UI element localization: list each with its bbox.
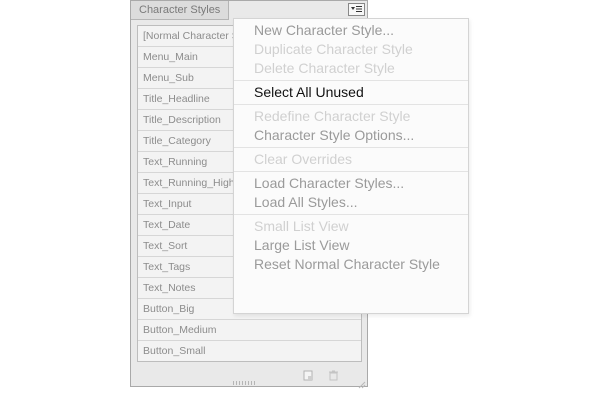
panel-menu-button[interactable]: [348, 3, 365, 16]
menu-item-duplicate-character-style[interactable]: Duplicate Character Style: [234, 40, 468, 59]
panel-menu-icon: [351, 6, 362, 12]
menu-item-load-all-styles[interactable]: Load All Styles...: [234, 193, 468, 212]
menu-item-redefine-character-style[interactable]: Redefine Character Style: [234, 107, 468, 126]
menu-group: Load Character Styles... Load All Styles…: [234, 172, 468, 214]
panel-resize-grip[interactable]: [233, 381, 257, 385]
style-item[interactable]: Button_Medium: [138, 320, 361, 341]
menu-item-small-list-view[interactable]: Small List View: [234, 217, 468, 236]
menu-item-new-character-style[interactable]: New Character Style...: [234, 21, 468, 40]
menu-item-delete-character-style[interactable]: Delete Character Style: [234, 59, 468, 78]
new-style-icon[interactable]: [303, 368, 314, 381]
menu-group: Clear Overrides: [234, 148, 468, 171]
panel-footer: [131, 362, 367, 389]
menu-group: Small List View Large List View Reset No…: [234, 215, 468, 276]
menu-item-large-list-view[interactable]: Large List View: [234, 236, 468, 255]
panel-flyout-menu: New Character Style... Duplicate Charact…: [233, 18, 469, 314]
menu-group: New Character Style... Duplicate Charact…: [234, 19, 468, 80]
trash-icon[interactable]: [328, 368, 339, 381]
panel-tab-character-styles[interactable]: Character Styles: [131, 1, 230, 20]
menu-item-select-all-unused[interactable]: Select All Unused: [234, 83, 468, 102]
menu-group: Redefine Character Style Character Style…: [234, 105, 468, 147]
menu-item-clear-overrides[interactable]: Clear Overrides: [234, 150, 468, 169]
menu-item-reset-normal-character-style[interactable]: Reset Normal Character Style: [234, 255, 468, 274]
style-item[interactable]: Button_Small: [138, 341, 361, 361]
menu-group: Select All Unused: [234, 81, 468, 104]
resize-corner-icon[interactable]: [357, 376, 366, 389]
menu-item-load-character-styles[interactable]: Load Character Styles...: [234, 174, 468, 193]
menu-item-character-style-options[interactable]: Character Style Options...: [234, 126, 468, 145]
